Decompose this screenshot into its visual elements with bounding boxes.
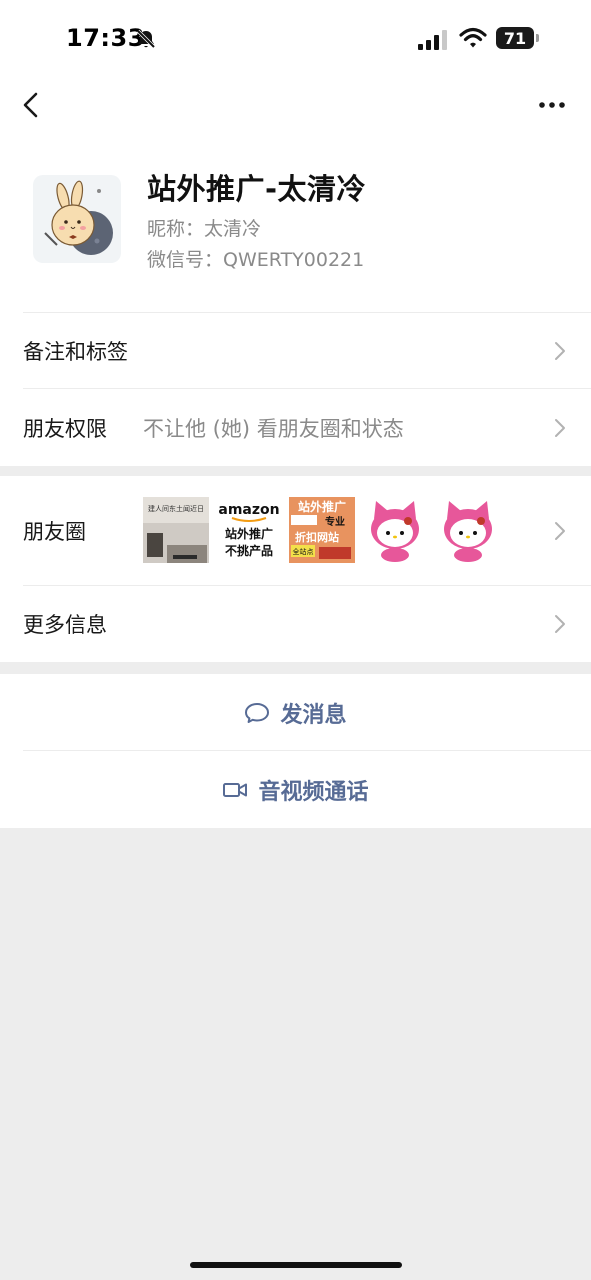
friend-permissions-cell[interactable]: 朋友权限 不让他 (她) 看朋友圈和状态	[0, 389, 591, 466]
action-group: 发消息 音视频通话	[0, 674, 591, 828]
profile-header: 站外推广-太清冷 昵称：太清冷 微信号：QWERTY00221	[0, 130, 591, 312]
moments-thumbnail[interactable]: 建人间东土闻近日	[143, 497, 209, 563]
thumbnail-text: 建人间东土闻近日	[148, 504, 204, 513]
more-info-label: 更多信息	[23, 612, 107, 637]
chevron-right-icon	[555, 418, 565, 437]
thumbnail-text: 站外推广	[225, 526, 273, 541]
battery-level: 71	[503, 28, 527, 48]
thumbnail-text: 专业	[325, 515, 345, 528]
remarks-and-tags-label: 备注和标签	[23, 339, 128, 364]
chevron-right-icon	[555, 614, 565, 633]
moments-thumbnail[interactable]: amazon 站外推广 不挑产品	[216, 497, 282, 563]
more-info-cell[interactable]: 更多信息	[0, 585, 591, 662]
contact-wechat-id: 微信号：QWERTY00221	[147, 249, 365, 271]
back-arrow-icon[interactable]	[16, 88, 46, 122]
settings-group: 备注和标签 朋友权限 不让他 (她) 看朋友圈和状态	[0, 312, 591, 466]
bell-muted-icon	[136, 29, 156, 49]
friend-permissions-label: 朋友权限	[23, 416, 107, 441]
thumbnail-text: 站外推广	[298, 499, 346, 514]
moments-label: 朋友圈	[23, 519, 86, 544]
thumbnail-text: 不挑产品	[225, 543, 273, 558]
more-options-icon[interactable]	[534, 90, 570, 120]
moments-thumbnail[interactable]	[362, 497, 428, 563]
moments-cell[interactable]: 朋友圈 建人间东土闻近日 amazon 站外推广 不挑产品 站外推广 专业 折扣…	[0, 476, 591, 585]
wifi-icon	[459, 27, 487, 48]
nav-bar	[0, 80, 591, 130]
send-message-label: 发消息	[280, 702, 347, 728]
chevron-right-icon	[555, 341, 565, 360]
thumbnail-text: 全站点	[293, 547, 314, 556]
home-indicator[interactable]	[190, 1262, 402, 1268]
moments-thumbnail[interactable]: 站外推广 专业 折扣网站 全站点	[289, 497, 355, 563]
remarks-and-tags-cell[interactable]: 备注和标签	[0, 312, 591, 389]
video-call-label: 音视频通话	[258, 779, 369, 805]
status-time: 17:33	[66, 24, 145, 52]
friend-permissions-value: 不让他 (她) 看朋友圈和状态	[143, 416, 404, 441]
contact-display-name: 站外推广-太清冷	[147, 172, 367, 206]
send-message-button[interactable]: 发消息	[0, 674, 591, 751]
battery-indicator: 71	[496, 27, 534, 49]
video-camera-icon	[223, 782, 248, 797]
contact-nickname: 昵称：太清冷	[147, 218, 262, 240]
battery-terminal	[536, 34, 539, 42]
moments-thumbnail[interactable]	[435, 497, 501, 563]
moments-group: 朋友圈 建人间东土闻近日 amazon 站外推广 不挑产品 站外推广 专业 折扣…	[0, 476, 591, 662]
chat-bubble-icon	[245, 702, 270, 723]
moments-thumbnails: 建人间东土闻近日 amazon 站外推广 不挑产品 站外推广 专业 折扣网站 全…	[143, 497, 501, 563]
video-call-button[interactable]: 音视频通话	[0, 751, 591, 828]
status-bar: 17:33 71	[0, 0, 591, 80]
thumbnail-text: 折扣网站	[295, 530, 339, 544]
avatar[interactable]	[33, 175, 121, 263]
rabbit-avatar-illustration	[44, 180, 113, 255]
thumbnail-brand: amazon	[218, 502, 279, 518]
chevron-right-icon	[555, 521, 565, 540]
cellular-signal-icon	[418, 30, 447, 50]
